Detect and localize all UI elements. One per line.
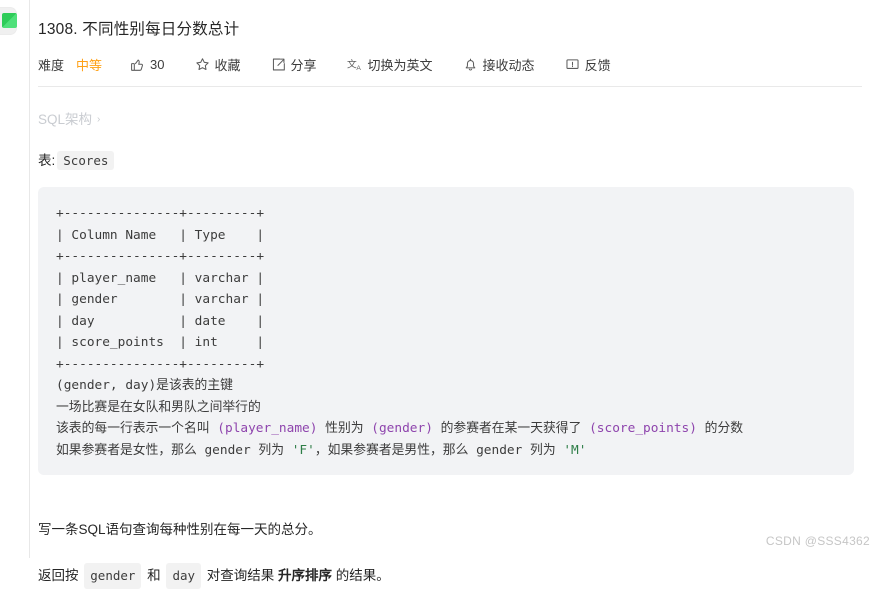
feedback-label: 反馈 <box>584 57 611 73</box>
schema-code-text: +---------------+---------+ | Column Nam… <box>56 206 744 458</box>
day-chip: day <box>166 563 202 589</box>
order-text-part-4: 的结果。 <box>332 568 390 583</box>
table-name-line: 表: Scores <box>30 149 884 170</box>
table-name-chip: Scores <box>57 151 115 170</box>
difficulty-label: 难度 <box>38 57 65 73</box>
subscribe-button[interactable]: 接收动态 <box>463 55 535 74</box>
meta-toolbar: 难度 中等 30 收藏 分享 文 A 切换为英文 接收动态 反馈 <box>30 53 884 75</box>
favorite-label: 收藏 <box>214 57 241 73</box>
table-prefix: 表: <box>38 153 56 168</box>
order-emphasis: 升序排序 <box>278 568 333 583</box>
problem-statement-paragraph: 写一条SQL语句查询每种性别在每一天的总分。 <box>38 522 322 537</box>
share-button[interactable]: 分享 <box>271 55 317 74</box>
bell-icon <box>463 57 478 72</box>
order-text-part-2: 和 <box>143 568 165 583</box>
favorite-button[interactable]: 收藏 <box>195 55 241 74</box>
page-title: 1308. 不同性别每日分数总计 <box>38 21 240 38</box>
toolbar-divider <box>38 86 862 87</box>
feedback-button[interactable]: 反馈 <box>565 55 611 74</box>
comment-icon <box>565 57 580 72</box>
like-button[interactable]: 30 <box>130 56 165 72</box>
translate-label: 切换为英文 <box>367 57 433 73</box>
schema-code-block: +---------------+---------+ | Column Nam… <box>38 187 854 475</box>
order-text-part-3: 对查询结果 <box>203 568 279 583</box>
green-app-icon-glyph <box>2 13 17 28</box>
translate-button[interactable]: 文 A 切换为英文 <box>347 55 433 74</box>
like-count: 30 <box>150 56 165 72</box>
difficulty-badge: 难度 中等 <box>38 55 102 74</box>
gender-chip: gender <box>84 563 142 589</box>
share-label: 分享 <box>290 57 317 73</box>
watermark: CSDN @SSS4362 <box>765 534 870 548</box>
green-app-icon[interactable] <box>0 8 17 34</box>
star-icon <box>195 57 210 72</box>
translate-icon: 文 A <box>347 57 363 72</box>
subscribe-label: 接收动态 <box>482 57 535 73</box>
chevron-right-icon: › <box>97 113 101 125</box>
share-box-icon <box>271 57 286 72</box>
breadcrumb-label: SQL架构 <box>38 112 93 127</box>
svg-text:A: A <box>356 65 361 72</box>
order-text-part-1: 返回按 <box>38 568 83 583</box>
problem-content: 1308. 不同性别每日分数总计 难度 中等 30 收藏 分享 文 A 切换为英… <box>30 0 884 589</box>
difficulty-value: 中等 <box>76 57 103 73</box>
thumbs-up-icon <box>130 57 145 72</box>
breadcrumb[interactable]: SQL架构 › <box>30 108 100 128</box>
ordering-requirement-paragraph: 返回按 gender 和 day 对查询结果 升序排序 的结果。 <box>30 563 884 589</box>
left-rail <box>0 0 30 558</box>
